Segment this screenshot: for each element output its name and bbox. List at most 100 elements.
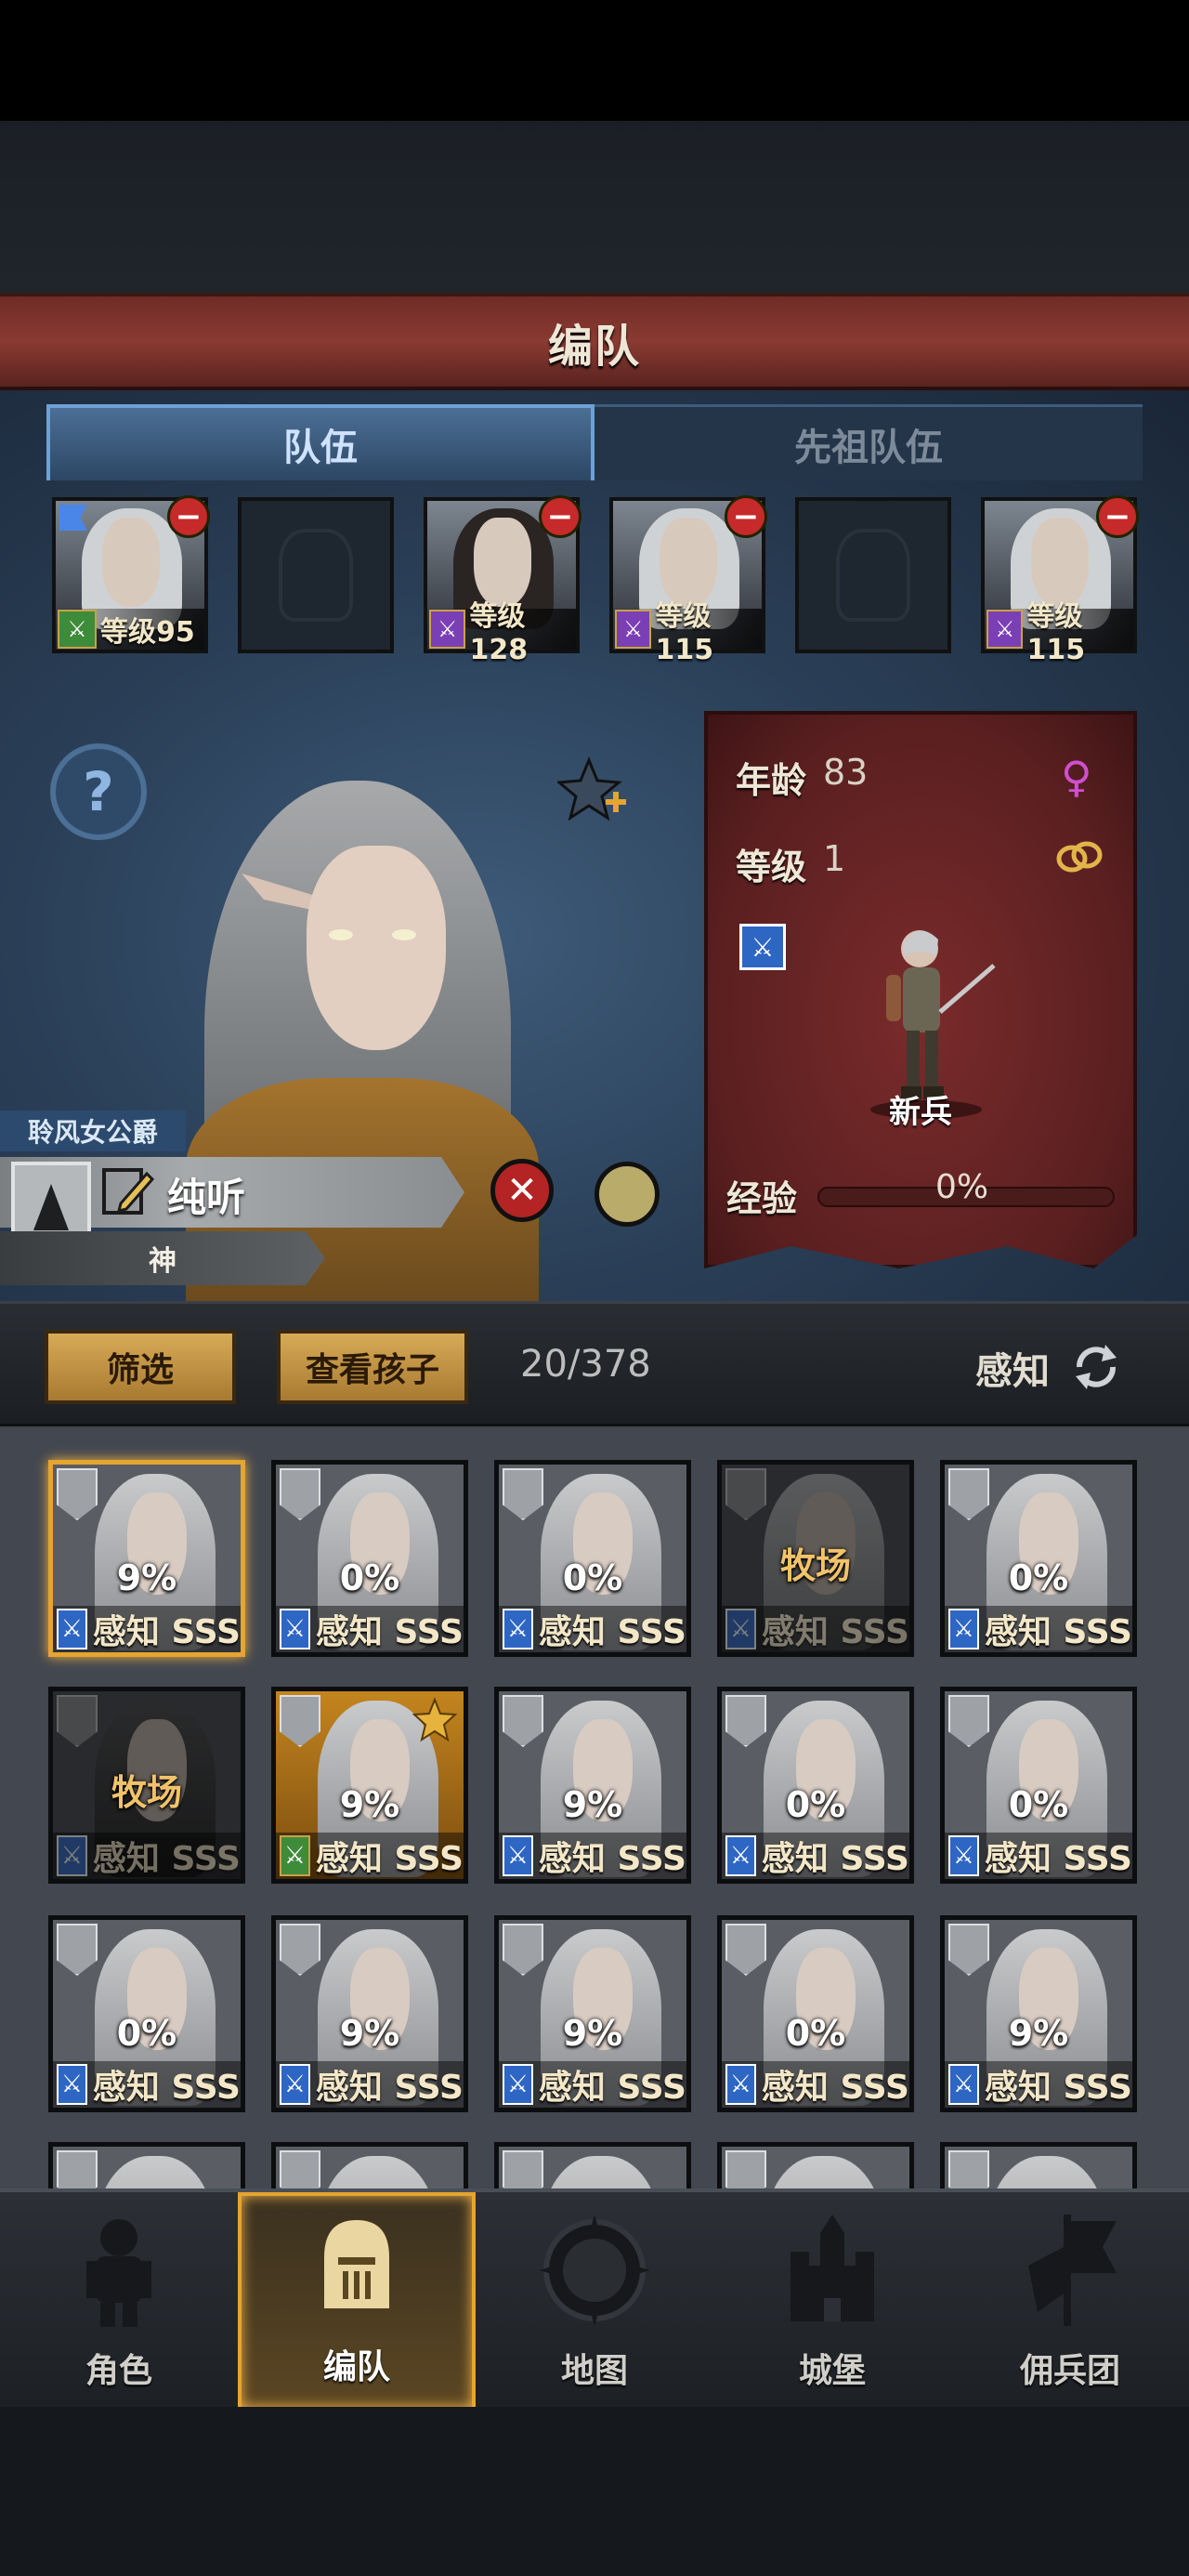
roster-card[interactable]: 0% ⚔ 感知 SSS [48, 1915, 245, 2112]
remove-member-icon[interactable]: − [1096, 495, 1139, 538]
nav-label: 地图 [560, 2352, 628, 2390]
sword-class-icon: ⚔ [725, 1609, 756, 1649]
attribute-grade: 感知 SSS [315, 2069, 464, 2107]
help-button[interactable]: ? [50, 743, 147, 840]
equip-helmet-button[interactable] [594, 1162, 660, 1227]
team-slot[interactable]: − ⚔ 等级115 [981, 495, 1139, 666]
exp-percent: 9% [1008, 2013, 1069, 2054]
system-nav-area [0, 2407, 1189, 2576]
team-slot[interactable]: − ⚔ 等级128 [424, 495, 581, 666]
roster-card[interactable]: 牧场 ⚔ 感知 SSS [717, 1460, 914, 1657]
remove-member-icon[interactable]: − [167, 495, 210, 538]
roster-card-partial[interactable] [271, 2142, 468, 2188]
exp-percent: 0% [1008, 1557, 1069, 1598]
class-icon: ⚔ [986, 610, 1024, 649]
nav-item-2[interactable]: 地图 [476, 2192, 713, 2411]
sword-class-icon: ⚔ [280, 1609, 310, 1649]
faction-crest-icon [280, 2150, 320, 2188]
roster-card[interactable]: 0% ⚔ 感知 SSS [271, 1460, 468, 1657]
attribute-grade: 感知 SSS [315, 1840, 464, 1878]
rings-icon [1056, 841, 1103, 873]
header-bar: 编队 [0, 293, 1189, 390]
exp-label: 经验 [726, 1178, 798, 1219]
rename-pencil-icon[interactable] [102, 1168, 154, 1216]
sword-class-icon: ⚔ [57, 2064, 87, 2105]
faction-crest-icon [57, 1468, 98, 1520]
roster-card[interactable]: 0% ⚔ 感知 SSS [940, 1460, 1137, 1657]
faction-crest-icon [948, 1468, 989, 1520]
roster-card[interactable]: 9% ⚔ 感知 SSS [940, 1915, 1137, 2112]
nav-item-1[interactable]: 编队 [238, 2192, 476, 2411]
attribute-grade: 感知 SSS [761, 1613, 909, 1651]
hero-rank: 神 [0, 1231, 325, 1285]
exp-percent: 9% [339, 2013, 400, 2054]
faction-crest-icon [503, 1924, 543, 1976]
filter-button[interactable]: 筛选 [45, 1330, 236, 1404]
exp-percent: 0% [562, 1557, 623, 1598]
faction-crest-icon [503, 2150, 543, 2188]
tab-team[interactable]: 队伍 [46, 404, 594, 480]
sword-class-icon: ⚔ [725, 1835, 756, 1876]
roster-card[interactable]: 9% ⚔ 感知 SSS [271, 1915, 468, 2112]
class-icon: ⚔ [615, 610, 652, 649]
tab-ancestor-team[interactable]: 先祖队伍 [594, 404, 1143, 480]
sword-class-icon: ⚔ [57, 1609, 87, 1649]
team-slots: − ⚔ 等级95− ⚔ 等级128− ⚔ 等级115− ⚔ 等级115 [52, 495, 1148, 666]
nav-item-3[interactable]: 城堡 [713, 2192, 951, 2411]
view-children-button[interactable]: 查看孩子 [277, 1330, 468, 1404]
roster-card[interactable]: 0% ⚔ 感知 SSS [940, 1687, 1137, 1884]
roster-card[interactable]: 9% ⚔ 感知 SSS [48, 1460, 245, 1657]
faction-crest-icon [503, 1695, 543, 1747]
remove-member-icon[interactable]: − [539, 495, 581, 538]
member-level: 等级115 [1026, 599, 1086, 666]
sword-class-icon: ⚔ [948, 2064, 979, 2105]
roster-card[interactable]: 9% ⚔ 感知 SSS [494, 1687, 691, 1884]
attribute-grade: 感知 SSS [92, 1840, 241, 1878]
nav-item-0[interactable]: 角色 [0, 2192, 238, 2411]
sword-class-icon: ⚔ [948, 1835, 979, 1876]
class-icon: ⚔ [58, 610, 97, 649]
member-level: 等级115 [655, 599, 714, 666]
attribute-grade: 感知 SSS [92, 1613, 241, 1651]
nav-label: 佣兵团 [1019, 2352, 1120, 2390]
nav-item-4[interactable]: 佣兵团 [951, 2192, 1189, 2411]
team-slot[interactable]: − ⚔ 等级95 [52, 495, 210, 653]
member-level: 等级95 [100, 616, 195, 649]
hero-title-tag: 聆风女公爵 [0, 1111, 186, 1151]
roster-card[interactable]: 9% ⚔ 感知 SSS [271, 1687, 468, 1884]
roster-card-partial[interactable] [494, 2142, 691, 2188]
top-band [0, 121, 1189, 293]
faction-crest-icon [503, 1468, 543, 1520]
female-icon: ♀ [1061, 752, 1092, 802]
roster-grid: 9% ⚔ 感知 SSS 0% ⚔ 感知 SSS 0% ⚔ 感知 SSS 牧场 ⚔ 感知 SSS 0% ⚔ 感… [0, 1426, 1189, 2188]
status-bar [0, 0, 1189, 121]
roster-card-partial[interactable] [48, 2142, 245, 2188]
roster-card[interactable]: 0% ⚔ 感知 SSS [717, 1687, 914, 1884]
faction-crest-icon [725, 2150, 766, 2188]
faction-crest-icon [280, 1695, 320, 1747]
team-tabs: 队伍 先祖队伍 [46, 404, 1143, 480]
roster-card-partial[interactable] [940, 2142, 1137, 2188]
sword-class-icon: ⚔ [503, 2064, 533, 2105]
faction-crest-icon [725, 1695, 766, 1747]
roster-card[interactable]: 9% ⚔ 感知 SSS [494, 1915, 691, 2112]
remove-hero-button[interactable]: ✕ [490, 1159, 554, 1222]
team-slot-empty[interactable] [238, 497, 394, 653]
sort-label[interactable]: 感知 [975, 1341, 1050, 1395]
refresh-sort-icon[interactable] [1068, 1339, 1124, 1395]
roster-card[interactable]: 牧场 ⚔ 感知 SSS [48, 1687, 245, 1884]
roster-card[interactable]: 0% ⚔ 感知 SSS [717, 1915, 914, 2112]
team-slot-empty[interactable] [795, 497, 951, 653]
age-value: 83 [823, 752, 869, 793]
empty-helmet-icon [836, 529, 910, 622]
roster-card-partial[interactable] [717, 2142, 914, 2188]
favorite-add-icon[interactable] [557, 755, 632, 829]
attribute-grade: 感知 SSS [538, 1613, 686, 1651]
faction-crest-icon [725, 1924, 766, 1976]
attribute-grade: 感知 SSS [761, 2069, 909, 2107]
sword-class-icon: ⚔ [739, 924, 786, 970]
team-slot[interactable]: − ⚔ 等级115 [609, 495, 767, 666]
remove-member-icon[interactable]: − [725, 495, 767, 538]
attribute-grade: 感知 SSS [984, 2069, 1132, 2107]
roster-card[interactable]: 0% ⚔ 感知 SSS [494, 1460, 691, 1657]
